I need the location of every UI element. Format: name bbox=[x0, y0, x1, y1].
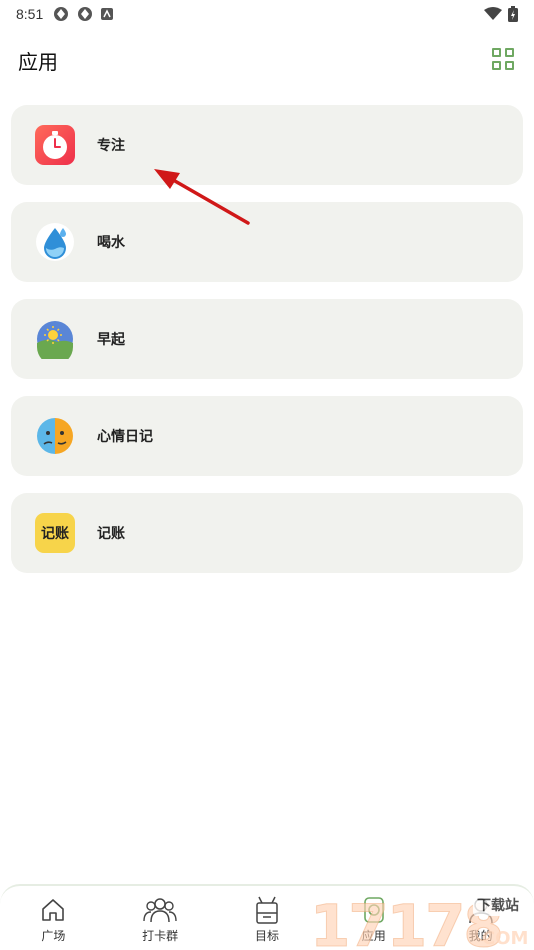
app-label: 记账 bbox=[97, 526, 125, 542]
header: 应用 bbox=[0, 38, 534, 82]
bookkeeping-icon: 记账 bbox=[35, 513, 75, 553]
sync-icon bbox=[54, 7, 69, 21]
status-right bbox=[484, 6, 518, 22]
nav-item-apps[interactable]: 应用 bbox=[334, 895, 414, 944]
app-label: 心情日记 bbox=[97, 429, 153, 445]
grid-view-button[interactable] bbox=[492, 48, 516, 72]
notification-icons bbox=[53, 6, 114, 22]
nav-item-checkin-group[interactable]: 打卡群 bbox=[120, 895, 200, 944]
bookkeeping-icon-text: 记账 bbox=[41, 526, 69, 542]
group-icon bbox=[142, 895, 178, 925]
nav-item-profile[interactable]: 我的 bbox=[441, 895, 521, 944]
app-label: 喝水 bbox=[97, 235, 125, 251]
bottom-nav: 广场 打卡群 目标 应用 我的 bbox=[0, 884, 534, 950]
apps-icon bbox=[360, 895, 388, 925]
wifi-icon bbox=[484, 7, 502, 20]
grid-icon bbox=[492, 48, 501, 57]
status-time: 8:51 bbox=[16, 6, 44, 22]
nav-item-plaza[interactable]: 广场 bbox=[13, 895, 93, 944]
profile-icon bbox=[467, 895, 495, 925]
annotation-arrow bbox=[154, 169, 250, 225]
tomato-timer-icon bbox=[35, 125, 75, 165]
home-icon bbox=[40, 895, 66, 925]
app-label: 早起 bbox=[97, 332, 125, 348]
nav-label: 广场 bbox=[41, 929, 66, 943]
sync-icon bbox=[78, 7, 93, 21]
mood-face-icon bbox=[35, 416, 75, 456]
app-notification-icon bbox=[101, 8, 114, 20]
nav-item-target[interactable]: 目标 bbox=[227, 895, 307, 944]
nav-label: 打卡群 bbox=[142, 929, 179, 943]
nav-label: 应用 bbox=[361, 929, 386, 943]
water-drop-icon bbox=[35, 222, 75, 262]
sunrise-icon bbox=[35, 319, 75, 359]
app-list: 专注 喝水 早起 心情日记 记账 记账 bbox=[11, 105, 523, 590]
app-card-drink-water[interactable]: 喝水 bbox=[11, 202, 523, 282]
app-card-focus[interactable]: 专注 bbox=[11, 105, 523, 185]
app-card-wake-early[interactable]: 早起 bbox=[11, 299, 523, 379]
target-icon bbox=[253, 895, 281, 925]
nav-label: 我的 bbox=[468, 929, 493, 943]
battery-icon bbox=[508, 6, 518, 22]
app-card-bookkeeping[interactable]: 记账 记账 bbox=[11, 493, 523, 573]
app-label: 专注 bbox=[97, 138, 125, 154]
nav-label: 目标 bbox=[254, 929, 279, 943]
page-title: 应用 bbox=[18, 49, 58, 74]
status-bar: 8:51 bbox=[0, 0, 534, 28]
app-card-mood-diary[interactable]: 心情日记 bbox=[11, 396, 523, 476]
